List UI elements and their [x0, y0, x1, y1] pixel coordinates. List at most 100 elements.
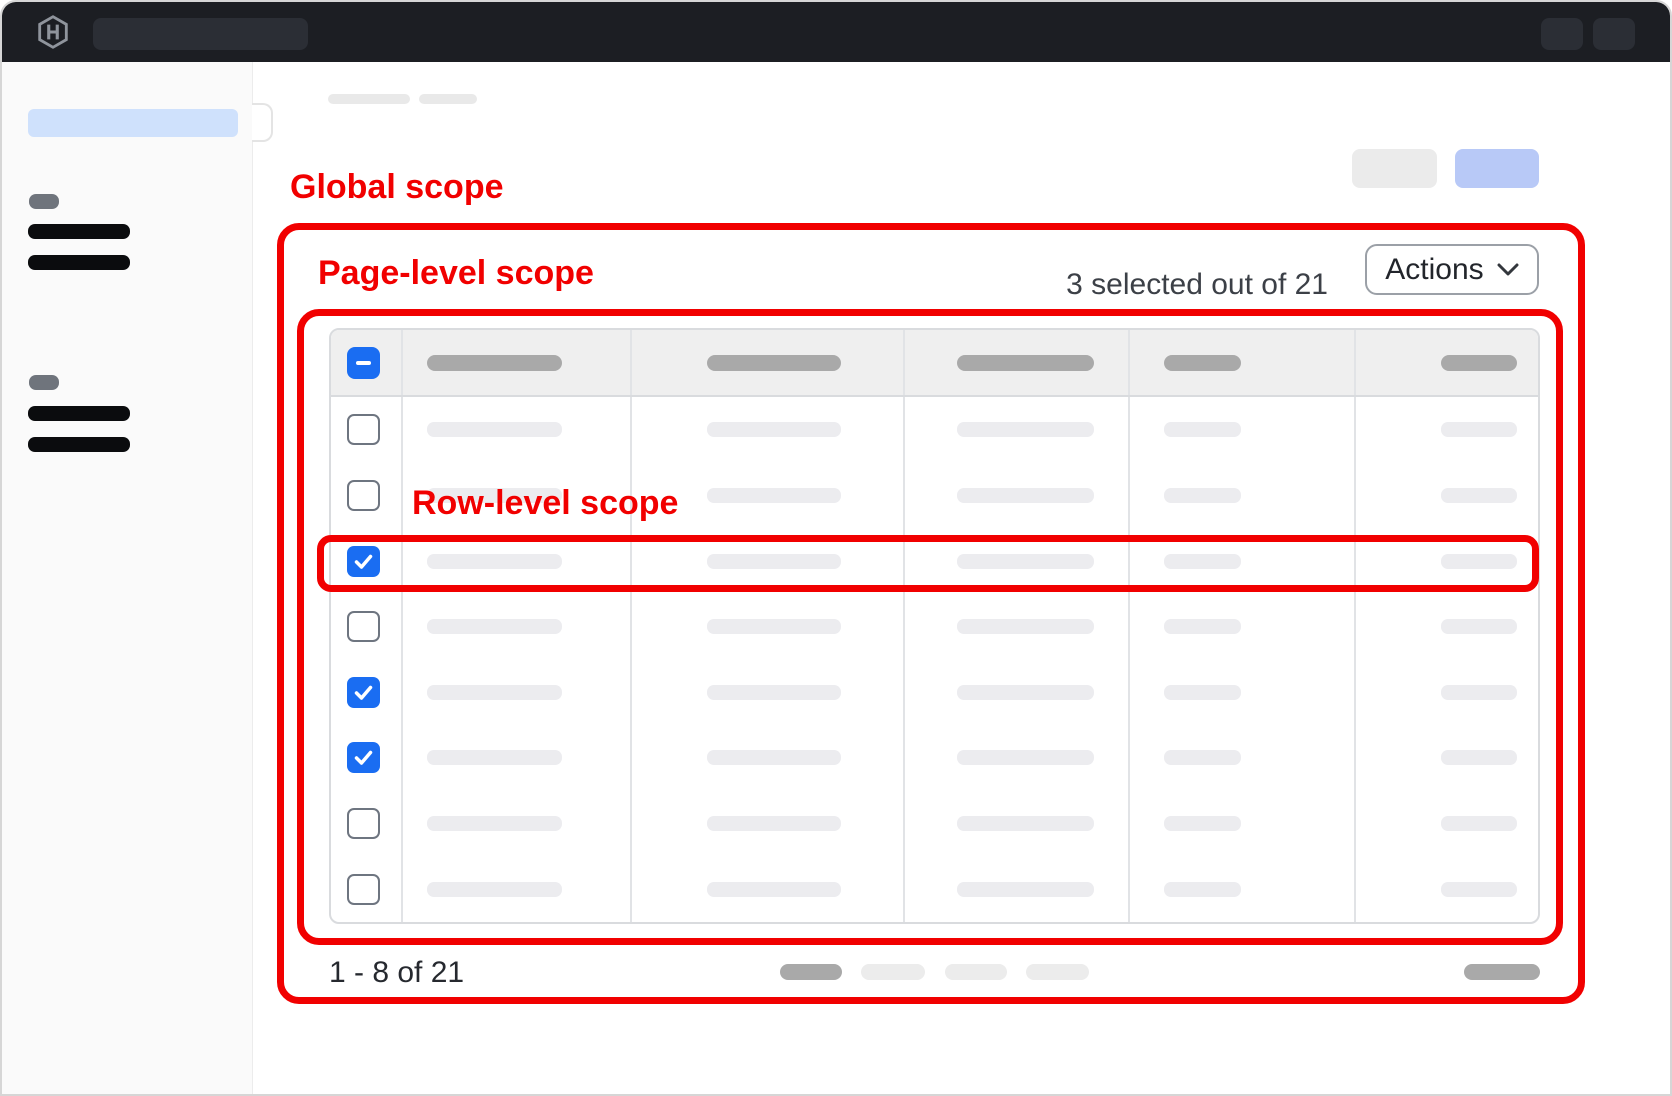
column-header-placeholder [1164, 355, 1241, 371]
row-checkbox[interactable] [347, 808, 380, 839]
table-row[interactable] [331, 594, 1538, 660]
row-checkbox-cell [331, 397, 401, 463]
table-cell [1128, 856, 1354, 922]
table-cell [630, 791, 903, 857]
table-row[interactable] [331, 725, 1538, 791]
breadcrumb-segment[interactable] [419, 94, 477, 104]
select-all-checkbox[interactable] [347, 347, 380, 379]
table-cell [401, 528, 630, 594]
pagination-next-button[interactable] [1464, 964, 1540, 980]
row-checkbox[interactable] [347, 677, 380, 708]
cell-placeholder [957, 816, 1094, 831]
table-cell [1128, 594, 1354, 660]
topbar-button-2[interactable] [1593, 18, 1635, 50]
header-cell[interactable] [1128, 330, 1354, 395]
pagination-page-button[interactable] [945, 964, 1007, 980]
column-header-placeholder [427, 355, 562, 371]
cell-placeholder [707, 488, 841, 503]
cell-placeholder [1441, 882, 1517, 897]
cell-placeholder [957, 422, 1094, 437]
row-checkbox-cell [331, 856, 401, 922]
pagination-range-label: 1 - 8 of 21 [329, 956, 464, 990]
column-header-placeholder [707, 355, 841, 371]
table-row[interactable] [331, 528, 1538, 594]
table-cell [1354, 856, 1538, 922]
cell-placeholder [427, 816, 562, 831]
row-checkbox[interactable] [347, 611, 380, 642]
cell-placeholder [427, 488, 562, 503]
table-cell [1354, 594, 1538, 660]
sidebar-item[interactable] [28, 255, 130, 270]
sidebar-item[interactable] [28, 406, 130, 421]
cell-placeholder [1164, 488, 1241, 503]
cell-placeholder [427, 750, 562, 765]
primary-button[interactable] [1455, 149, 1539, 188]
table-cell [1354, 528, 1538, 594]
cell-placeholder [1441, 750, 1517, 765]
table-cell [630, 594, 903, 660]
sidebar-item[interactable] [28, 437, 130, 452]
table-row[interactable] [331, 660, 1538, 726]
cell-placeholder [707, 619, 841, 634]
actions-dropdown-button[interactable]: Actions [1365, 244, 1539, 295]
topbar-button-1[interactable] [1541, 18, 1583, 50]
sidebar-item-active[interactable] [28, 109, 238, 137]
row-checkbox[interactable] [347, 546, 380, 577]
table-cell [1128, 725, 1354, 791]
row-checkbox[interactable] [347, 874, 380, 905]
data-table [329, 328, 1540, 924]
cell-placeholder [1164, 554, 1241, 569]
table-cell [1354, 725, 1538, 791]
header-cell[interactable] [1354, 330, 1538, 395]
cell-placeholder [1164, 619, 1241, 634]
table-cell [1354, 463, 1538, 529]
chevron-down-icon [1497, 263, 1519, 276]
annotation-page-scope-label: Page-level scope [318, 254, 594, 293]
cell-placeholder [1164, 422, 1241, 437]
cell-placeholder [1441, 685, 1517, 700]
cell-placeholder [427, 554, 562, 569]
secondary-button[interactable] [1352, 149, 1437, 188]
column-header-placeholder [957, 355, 1094, 371]
pagination-prev-button[interactable] [780, 964, 842, 980]
cell-placeholder [1164, 816, 1241, 831]
table-cell [401, 397, 630, 463]
table-cell [401, 725, 630, 791]
row-checkbox[interactable] [347, 742, 380, 773]
topbar [2, 2, 1670, 62]
cell-placeholder [707, 882, 841, 897]
cell-placeholder [707, 422, 841, 437]
sidebar-item[interactable] [28, 224, 130, 239]
cell-placeholder [957, 685, 1094, 700]
cell-placeholder [707, 816, 841, 831]
table-row[interactable] [331, 856, 1538, 922]
table-row[interactable] [331, 463, 1538, 529]
sidebar-toggle-handle[interactable] [252, 103, 273, 142]
row-checkbox[interactable] [347, 480, 380, 511]
cell-placeholder [427, 422, 562, 437]
sidebar-section-label [29, 194, 59, 209]
cell-placeholder [957, 882, 1094, 897]
table-row[interactable] [331, 397, 1538, 463]
table-cell [1354, 397, 1538, 463]
pagination-page-button[interactable] [861, 964, 925, 980]
table-cell [1128, 791, 1354, 857]
app-window: 3 selected out of 21 Actions [0, 0, 1672, 1096]
cell-placeholder [707, 750, 841, 765]
breadcrumb-segment[interactable] [328, 94, 410, 104]
header-cell[interactable] [401, 330, 630, 395]
row-checkbox-cell [331, 463, 401, 529]
table-cell [630, 528, 903, 594]
pagination-page-button[interactable] [1026, 964, 1089, 980]
search-input[interactable] [93, 18, 308, 50]
cell-placeholder [1164, 882, 1241, 897]
row-checkbox[interactable] [347, 414, 380, 445]
cell-placeholder [1441, 422, 1517, 437]
cell-placeholder [1441, 554, 1517, 569]
checkmark-icon [354, 750, 373, 765]
header-cell[interactable] [903, 330, 1128, 395]
column-header-placeholder [1441, 355, 1517, 371]
cell-placeholder [957, 488, 1094, 503]
table-row[interactable] [331, 791, 1538, 857]
header-cell[interactable] [630, 330, 903, 395]
